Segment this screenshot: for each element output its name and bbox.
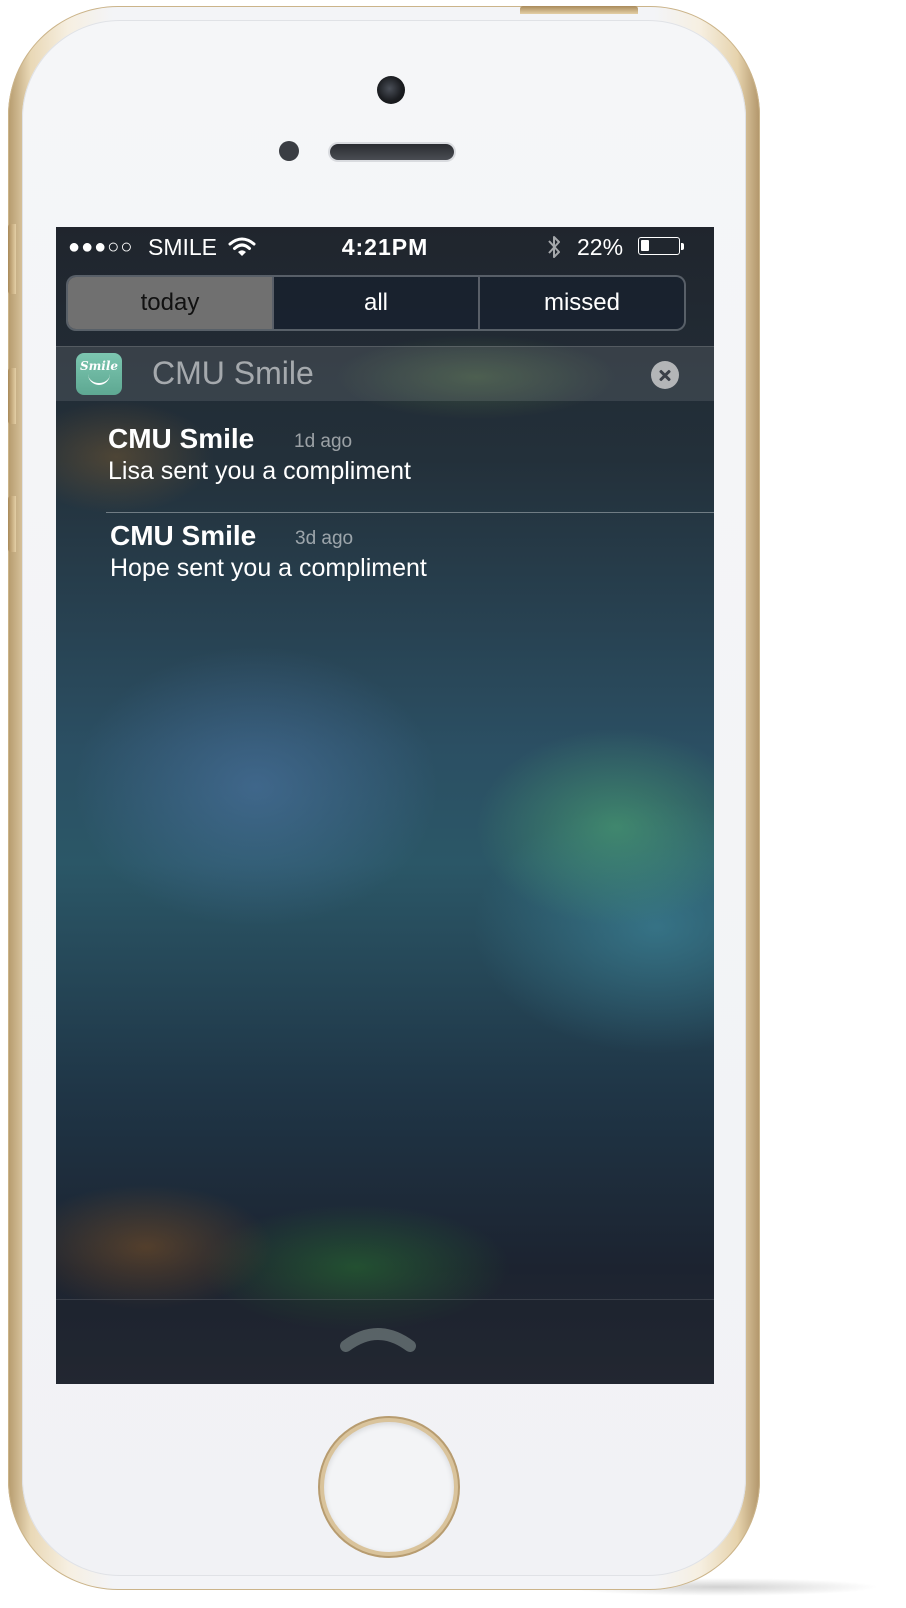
battery-body <box>638 237 680 255</box>
notification-time: 3d ago <box>295 528 354 549</box>
app-group-header: Smile CMU Smile <box>56 346 714 401</box>
mockup-stage: ●●●○○ SMILE 4:21PM 22% today all missed … <box>0 0 906 1608</box>
front-camera <box>377 76 405 104</box>
battery-level-fill <box>641 240 649 251</box>
tab-today[interactable]: today <box>68 277 272 329</box>
battery-cap <box>681 243 684 250</box>
notification-item[interactable]: CMU Smile 1d ago Lisa sent you a complim… <box>56 417 714 507</box>
smile-app-icon[interactable]: Smile <box>76 353 122 395</box>
app-group-title: CMU Smile <box>152 355 314 391</box>
notification-center-screen: ●●●○○ SMILE 4:21PM 22% today all missed … <box>56 227 714 1384</box>
notification-divider <box>106 512 714 513</box>
tab-missed[interactable]: missed <box>478 277 684 329</box>
tab-all[interactable]: all <box>272 277 478 329</box>
earpiece-speaker <box>330 144 454 160</box>
smile-mouth-icon <box>88 373 110 385</box>
grabber-chevron-icon[interactable] <box>340 1324 416 1354</box>
notification-body: Lisa sent you a compliment <box>108 457 411 485</box>
close-icon[interactable] <box>651 361 679 389</box>
status-bar: ●●●○○ SMILE 4:21PM 22% <box>56 227 714 267</box>
notification-center-bottom-bar <box>56 1299 714 1384</box>
proximity-sensor <box>279 141 299 161</box>
app-icon-label: Smile <box>79 359 119 373</box>
volume-up-button <box>8 368 16 424</box>
volume-down-button <box>8 496 16 552</box>
battery-percentage: 22% <box>577 234 624 260</box>
notification-title: CMU Smile <box>108 423 255 454</box>
home-button[interactable] <box>324 1422 454 1552</box>
notification-time: 1d ago <box>294 431 353 452</box>
battery-icon <box>638 237 686 257</box>
notification-item[interactable]: CMU Smile 3d ago Hope sent you a complim… <box>56 515 714 605</box>
notification-body: Hope sent you a compliment <box>110 554 427 582</box>
mute-switch <box>8 224 16 294</box>
notification-title: CMU Smile <box>110 520 257 551</box>
notification-filter-tabs: today all missed <box>66 275 686 331</box>
bluetooth-icon <box>548 236 560 258</box>
power-button <box>520 6 638 14</box>
